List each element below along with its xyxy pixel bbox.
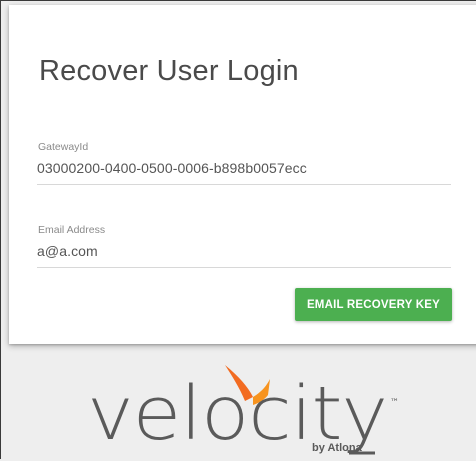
email-label: Email Address bbox=[38, 224, 106, 236]
email-value[interactable]: a@a.com bbox=[37, 243, 98, 259]
recover-login-card: Recover User Login GatewayId 03000200-04… bbox=[9, 5, 476, 344]
email-recovery-key-button[interactable]: EMAIL RECOVERY KEY bbox=[295, 288, 452, 321]
page-title: Recover User Login bbox=[39, 55, 299, 87]
email-field[interactable]: Email Address a@a.com bbox=[37, 224, 451, 268]
velocity-logo-graphic: velocity ™ bbox=[87, 365, 399, 457]
gateway-id-value[interactable]: 03000200-0400-0500-0006-b898b0057ecc bbox=[37, 160, 307, 176]
gateway-id-field[interactable]: GatewayId 03000200-0400-0500-0006-b898b0… bbox=[37, 141, 451, 185]
gateway-id-label: GatewayId bbox=[38, 141, 89, 153]
velocity-logo: velocity ™ by Atlona bbox=[85, 361, 415, 461]
logo-byline: by Atlona bbox=[312, 442, 362, 454]
logo-trademark: ™ bbox=[390, 398, 399, 408]
